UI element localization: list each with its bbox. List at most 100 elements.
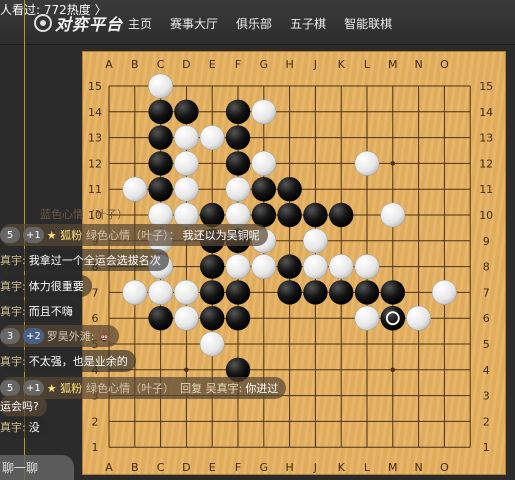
black-stone	[251, 177, 276, 202]
white-stone	[173, 305, 199, 331]
column-label: F	[235, 58, 241, 71]
nav-club[interactable]: 俱乐部	[236, 15, 272, 32]
white-stone	[173, 279, 199, 305]
black-stone	[380, 280, 405, 305]
column-label: K	[338, 58, 346, 71]
chat-username: 真宇:	[0, 421, 26, 434]
user-level-badge: 3	[0, 328, 20, 344]
chat-message: 运会吗?	[0, 395, 47, 417]
row-label: 6	[483, 312, 490, 325]
chat-text: 体力很重要	[28, 280, 84, 293]
black-stone	[329, 202, 354, 228]
main-nav: 主页 赛事大厅 俱乐部 五子棋 智能联棋	[128, 15, 410, 32]
black-stone	[225, 99, 251, 124]
black-stone	[148, 177, 173, 202]
row-label: 15	[479, 80, 493, 93]
nav-gomoku[interactable]: 五子棋	[290, 15, 326, 32]
black-stone	[148, 306, 173, 331]
column-label: G	[260, 58, 269, 71]
white-stone	[328, 254, 354, 280]
user-level-badge: 5	[0, 227, 20, 243]
column-label: D	[182, 58, 190, 71]
chat-input-button[interactable]: 聊一聊	[0, 455, 74, 480]
row-label: 11	[88, 183, 102, 196]
chat-message: 5 +1 ★ 狐粉 绿色心情（叶子）： 我还以为吴铜呢	[0, 224, 268, 246]
column-label: J	[313, 461, 317, 474]
black-stone	[303, 280, 328, 305]
column-label: E	[209, 58, 216, 71]
black-stone	[329, 280, 354, 305]
nav-home[interactable]: 主页	[128, 15, 152, 32]
chat-message: 3 +2 罗昊外滩: 💩	[0, 325, 120, 347]
black-stone	[174, 99, 199, 124]
row-label: 13	[88, 132, 102, 145]
column-label: F	[235, 461, 241, 474]
white-stone	[251, 150, 277, 176]
row-label: 2	[483, 415, 490, 428]
column-label: N	[414, 58, 422, 71]
column-label: A	[105, 58, 113, 71]
top-bar: 人看过: 772热度 〉 对弈平台 主页 赛事大厅 俱乐部 五子棋 智能联棋	[0, 0, 515, 45]
white-stone	[251, 254, 277, 280]
chat-text: 我拿过一个全运会选拔名次	[28, 254, 161, 267]
chat-text: 💩	[97, 329, 112, 343]
black-stone	[225, 306, 251, 331]
white-stone	[122, 176, 148, 202]
row-label: 8	[483, 261, 490, 274]
chat-text: 运会吗?	[0, 400, 39, 413]
row-label: 14	[88, 106, 102, 119]
chat-username: 真宇:	[0, 254, 26, 267]
last-move-stone	[380, 306, 405, 331]
column-label: O	[440, 58, 449, 71]
row-label: 7	[92, 286, 99, 299]
plus-badge: +2	[23, 328, 44, 344]
row-label: 1	[92, 441, 99, 454]
white-stone	[302, 254, 328, 280]
black-stone	[354, 280, 380, 305]
column-label: H	[285, 58, 293, 71]
white-stone	[199, 331, 225, 357]
black-stone	[200, 254, 225, 279]
chat-text: 没	[28, 421, 40, 434]
row-label: 14	[479, 106, 493, 119]
column-label: A	[105, 461, 113, 474]
plus-badge: +1	[23, 227, 44, 243]
fan-badge: ★ 狐粉	[46, 229, 83, 242]
black-stone	[277, 177, 302, 202]
white-stone	[354, 305, 380, 331]
black-stone	[148, 125, 173, 150]
nav-tournament-hall[interactable]: 赛事大厅	[170, 15, 218, 32]
column-label: M	[388, 461, 398, 474]
site-logo[interactable]: 对弈平台	[34, 12, 123, 34]
column-label: G	[260, 461, 269, 474]
white-stone	[199, 125, 225, 151]
chat-text: 你进过	[245, 382, 279, 395]
black-stone	[200, 306, 225, 331]
star-point	[390, 367, 396, 373]
row-label: 5	[483, 338, 490, 351]
chat-username: 真宇:	[0, 305, 26, 318]
black-stone	[277, 280, 302, 305]
star-point	[184, 367, 189, 373]
white-stone	[354, 254, 380, 280]
logo-icon	[34, 14, 52, 32]
nav-smart-team[interactable]: 智能联棋	[344, 15, 392, 32]
black-stone	[200, 280, 225, 305]
white-stone	[380, 202, 406, 228]
white-stone	[354, 150, 380, 176]
white-stone	[148, 73, 174, 99]
row-label: 13	[479, 132, 493, 145]
chat-username: 真宇:	[0, 280, 26, 293]
chat-username: 真宇:	[0, 355, 26, 368]
row-label: 2	[92, 415, 99, 428]
white-stone	[406, 305, 432, 331]
column-label: N	[414, 461, 422, 474]
row-label: 12	[479, 157, 493, 170]
star-point	[390, 161, 396, 166]
chat-message: 真宇: 不太强，也是业余的	[0, 350, 136, 372]
black-stone	[148, 151, 173, 176]
column-label: J	[313, 58, 317, 71]
column-label: B	[131, 461, 139, 474]
black-stone	[303, 202, 328, 228]
white-stone	[173, 176, 199, 202]
